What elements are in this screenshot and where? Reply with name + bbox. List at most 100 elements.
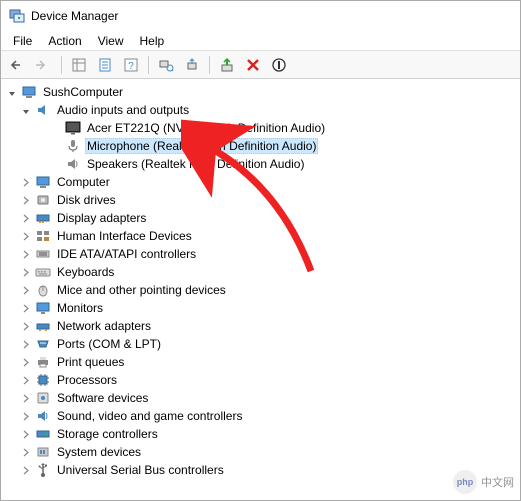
expand-icon[interactable]	[21, 357, 32, 368]
help-button[interactable]: ?	[119, 53, 143, 77]
category-node-ports[interactable]: Ports (COM & LPT)	[1, 335, 520, 353]
properties-button[interactable]	[93, 53, 117, 77]
sound-icon	[35, 408, 51, 424]
category-node-processors[interactable]: Processors	[1, 371, 520, 389]
expand-icon[interactable]	[21, 465, 32, 476]
category-node-network[interactable]: Network adapters	[1, 317, 520, 335]
device-tree[interactable]: SushComputer Audio inputs and outputs Ac…	[1, 79, 520, 500]
usb-icon	[35, 462, 51, 478]
category-label: Monitors	[55, 301, 105, 315]
nav-back-button[interactable]	[6, 53, 30, 77]
speaker-icon	[65, 156, 81, 172]
category-label: Computer	[55, 175, 112, 189]
expand-icon[interactable]	[21, 339, 32, 350]
expand-icon[interactable]	[21, 411, 32, 422]
monitor-icon	[35, 300, 51, 316]
category-label: Processors	[55, 373, 119, 387]
device-label: Speakers (Realtek High Definition Audio)	[85, 157, 306, 171]
category-label: Print queues	[55, 355, 126, 369]
category-node-system[interactable]: System devices	[1, 443, 520, 461]
expand-icon[interactable]	[21, 267, 32, 278]
toolbar: ?	[1, 51, 520, 79]
category-label: Network adapters	[55, 319, 153, 333]
svg-text:?: ?	[128, 61, 134, 72]
category-label: Human Interface Devices	[55, 229, 194, 243]
monitor-icon	[65, 120, 81, 136]
expand-icon[interactable]	[21, 231, 32, 242]
category-label: Storage controllers	[55, 427, 160, 441]
menubar: File Action View Help	[1, 31, 520, 51]
category-node-display[interactable]: Display adapters	[1, 209, 520, 227]
category-node-ide[interactable]: IDE ATA/ATAPI controllers	[1, 245, 520, 263]
toolbar-separator	[209, 56, 210, 74]
expand-icon[interactable]	[21, 393, 32, 404]
menu-file[interactable]: File	[5, 33, 40, 49]
toolbar-separator	[61, 56, 62, 74]
collapse-icon[interactable]	[7, 87, 18, 98]
watermark: php 中文网	[453, 470, 514, 494]
computer-icon	[21, 84, 37, 100]
category-label: Mice and other pointing devices	[55, 283, 228, 297]
php-logo-icon: php	[453, 470, 477, 494]
category-label: Audio inputs and outputs	[55, 103, 191, 117]
enable-device-button[interactable]	[215, 53, 239, 77]
category-node-keyboards[interactable]: Keyboards	[1, 263, 520, 281]
category-label: IDE ATA/ATAPI controllers	[55, 247, 198, 261]
software-icon	[35, 390, 51, 406]
ide-icon	[35, 246, 51, 262]
menu-action[interactable]: Action	[40, 33, 89, 49]
expand-icon[interactable]	[21, 303, 32, 314]
menu-view[interactable]: View	[90, 33, 132, 49]
printer-icon	[35, 354, 51, 370]
show-connections-button[interactable]	[67, 53, 91, 77]
expand-icon[interactable]	[21, 375, 32, 386]
category-label: Universal Serial Bus controllers	[55, 463, 226, 477]
disable-device-button[interactable]	[267, 53, 291, 77]
device-node[interactable]: Speakers (Realtek High Definition Audio)	[1, 155, 520, 173]
uninstall-device-button[interactable]	[241, 53, 265, 77]
expand-icon[interactable]	[21, 285, 32, 296]
category-label: Ports (COM & LPT)	[55, 337, 163, 351]
category-node-computer[interactable]: Computer	[1, 173, 520, 191]
titlebar: Device Manager	[1, 1, 520, 31]
expand-icon[interactable]	[21, 195, 32, 206]
watermark-text: 中文网	[481, 474, 514, 490]
update-driver-button[interactable]	[180, 53, 204, 77]
expand-icon[interactable]	[21, 213, 32, 224]
collapse-icon[interactable]	[21, 105, 32, 116]
window-title: Device Manager	[31, 9, 118, 23]
nav-forward-button[interactable]	[32, 53, 56, 77]
computer-icon	[35, 174, 51, 190]
expand-icon[interactable]	[21, 447, 32, 458]
device-node[interactable]: Acer ET221Q (NVIDIA High Definition Audi…	[1, 119, 520, 137]
audio-icon	[35, 102, 51, 118]
tree-root-node[interactable]: SushComputer	[1, 83, 520, 101]
storage-icon	[35, 426, 51, 442]
mouse-icon	[35, 282, 51, 298]
category-node-storage[interactable]: Storage controllers	[1, 425, 520, 443]
category-node-print[interactable]: Print queues	[1, 353, 520, 371]
category-node-software[interactable]: Software devices	[1, 389, 520, 407]
category-label: Display adapters	[55, 211, 148, 225]
network-icon	[35, 318, 51, 334]
category-label: Software devices	[55, 391, 150, 405]
category-node-sound[interactable]: Sound, video and game controllers	[1, 407, 520, 425]
category-node-monitors[interactable]: Monitors	[1, 299, 520, 317]
expand-icon[interactable]	[21, 249, 32, 260]
category-node-disk[interactable]: Disk drives	[1, 191, 520, 209]
display-adapter-icon	[35, 210, 51, 226]
expand-icon[interactable]	[21, 429, 32, 440]
expand-icon[interactable]	[21, 177, 32, 188]
menu-help[interactable]: Help	[132, 33, 173, 49]
category-node-hid[interactable]: Human Interface Devices	[1, 227, 520, 245]
scan-hardware-button[interactable]	[154, 53, 178, 77]
system-icon	[35, 444, 51, 460]
keyboard-icon	[35, 264, 51, 280]
category-node-mice[interactable]: Mice and other pointing devices	[1, 281, 520, 299]
category-label: Keyboards	[55, 265, 116, 279]
category-node-audio[interactable]: Audio inputs and outputs	[1, 101, 520, 119]
device-node-selected[interactable]: Microphone (Realtek High Definition Audi…	[1, 137, 520, 155]
app-icon	[9, 8, 25, 24]
expand-icon[interactable]	[21, 321, 32, 332]
category-node-usb[interactable]: Universal Serial Bus controllers	[1, 461, 520, 479]
